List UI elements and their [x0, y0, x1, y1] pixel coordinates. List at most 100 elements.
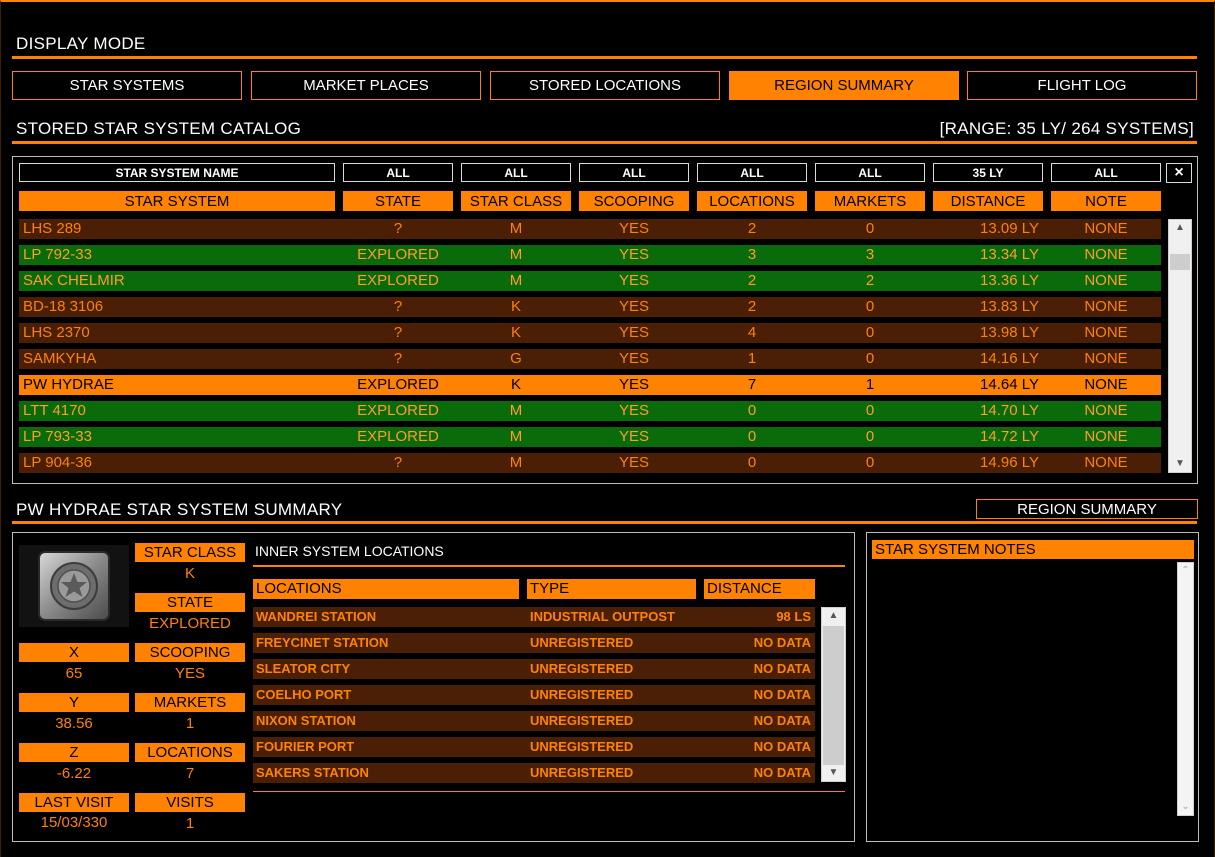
tab-flight-log[interactable]: FLIGHT LOG [967, 71, 1197, 100]
markets-filter[interactable]: ALL [815, 163, 925, 182]
note-cell: NONE [1084, 376, 1128, 393]
location-name-cell: FREYCINET STATION [256, 635, 389, 650]
table-row[interactable]: LTT 4170 EXPLORED M YES 0 0 14.70 LY NONE [19, 401, 1161, 421]
location-distance-cell: NO DATA [753, 765, 811, 780]
locations-scrollbar[interactable]: ▲ ▼ [821, 607, 846, 782]
table-row[interactable]: LHS 2370? K YES 4 0 13.98 LY NONE [19, 323, 1161, 343]
note-cell: NONE [1084, 350, 1128, 367]
scooping-cell: YES [618, 402, 649, 419]
distance-cell: 13.34 LY [980, 246, 1039, 263]
region-summary-button[interactable]: REGION SUMMARY [976, 499, 1198, 519]
locations-cell: 1 [747, 350, 757, 367]
col-star-class[interactable]: STAR CLASS [461, 191, 571, 211]
list-item[interactable]: WANDREI STATION INDUSTRIAL OUTPOST 98 LS [253, 607, 815, 627]
location-type-cell: UNREGISTERED [530, 739, 634, 754]
star-class-cell: M [509, 454, 523, 471]
note-filter[interactable]: ALL [1051, 163, 1161, 182]
chevron-up-icon[interactable]: ⌃ [1178, 563, 1193, 579]
list-item[interactable]: COELHO PORT UNREGISTERED NO DATA [253, 685, 815, 705]
state-value: EXPLORED [149, 615, 231, 632]
state-cell: ? [393, 350, 403, 367]
table-row[interactable]: PW HYDRAE EXPLORED K YES 7 1 14.64 LY NONE [19, 375, 1161, 395]
table-row[interactable]: SAK CHELMIR EXPLORED M YES 2 2 13.36 LY NONE [19, 271, 1161, 291]
chevron-down-icon[interactable]: ▼ [1169, 456, 1191, 472]
tab-star-systems[interactable]: STAR SYSTEMS [12, 71, 242, 100]
table-row[interactable]: LP 792-33 EXPLORED M YES 3 3 13.34 LY NONE [19, 245, 1161, 265]
star-class-filter[interactable]: ALL [461, 163, 571, 182]
location-name-cell: FOURIER PORT [256, 739, 355, 754]
z-label: Z [19, 743, 129, 762]
col-location-distance[interactable]: DISTANCE [704, 579, 815, 599]
list-item[interactable]: FOURIER PORT UNREGISTERED NO DATA [253, 737, 815, 757]
tab-region-summary[interactable]: REGION SUMMARY [729, 71, 959, 100]
list-item[interactable]: SLEATOR CITY UNREGISTERED NO DATA [253, 659, 815, 679]
markets-cell: 0 [865, 298, 875, 315]
clear-filter-button[interactable]: × [1166, 163, 1192, 183]
star-class-label: STAR CLASS [135, 543, 245, 562]
col-location-type[interactable]: TYPE [527, 579, 696, 599]
note-cell: NONE [1084, 298, 1128, 315]
col-scooping[interactable]: SCOOPING [579, 191, 689, 211]
visits-value: 1 [185, 815, 195, 832]
locations-scroll-thumb[interactable] [823, 626, 844, 765]
catalog-rule [12, 141, 1197, 144]
state-filter[interactable]: ALL [343, 163, 453, 182]
notes-scrollbar[interactable]: ⌃ ⌄ [1177, 562, 1194, 816]
location-type-cell: UNREGISTERED [530, 661, 634, 676]
table-row[interactable]: LP 793-33 EXPLORED M YES 0 0 14.72 LY NONE [19, 427, 1161, 447]
col-note[interactable]: NOTE [1051, 191, 1161, 211]
chevron-up-icon[interactable]: ▲ [822, 608, 845, 624]
col-location-name[interactable]: LOCATIONS [253, 579, 519, 599]
distance-cell: 14.16 LY [980, 350, 1039, 367]
chevron-down-icon[interactable]: ⌄ [1178, 799, 1193, 815]
system-name-filter[interactable]: STAR SYSTEM NAME [19, 163, 335, 182]
catalog-scrollbar[interactable]: ▲ ▼ [1168, 219, 1192, 473]
scooping-filter[interactable]: ALL [579, 163, 689, 182]
location-distance-cell: NO DATA [753, 687, 811, 702]
location-type-cell: UNREGISTERED [530, 713, 634, 728]
col-state[interactable]: STATE [343, 191, 453, 211]
table-row[interactable]: LHS 289? M YES 2 0 13.09 LY NONE [19, 219, 1161, 239]
chevron-down-icon[interactable]: ▼ [822, 765, 845, 781]
state-cell: ? [393, 454, 403, 471]
note-cell: NONE [1084, 220, 1128, 237]
system-name-cell: PW HYDRAE [23, 376, 114, 393]
locations-cell: 7 [747, 376, 757, 393]
distance-filter[interactable]: 35 LY [933, 163, 1043, 182]
inner-locations-bottom-rule [253, 791, 845, 792]
col-distance[interactable]: DISTANCE [933, 191, 1043, 211]
star-emblem-frame [19, 545, 129, 627]
list-item[interactable]: FREYCINET STATION UNREGISTERED NO DATA [253, 633, 815, 653]
markets-cell: 2 [865, 272, 875, 289]
col-locations[interactable]: LOCATIONS [697, 191, 807, 211]
locations-filter[interactable]: ALL [697, 163, 807, 182]
x-label: X [19, 643, 129, 662]
x-value: 65 [65, 665, 83, 682]
notes-textarea[interactable] [872, 562, 1175, 816]
tab-market-places[interactable]: MARKET PLACES [251, 71, 481, 100]
location-distance-cell: NO DATA [753, 739, 811, 754]
display-mode-rule [12, 56, 1197, 59]
scooping-cell: YES [618, 350, 649, 367]
display-mode-title: DISPLAY MODE [16, 34, 146, 53]
locations-value: 7 [185, 765, 195, 782]
table-row[interactable]: BD-18 3106? K YES 2 0 13.83 LY NONE [19, 297, 1161, 317]
catalog-title: STORED STAR SYSTEM CATALOG [16, 119, 302, 138]
star-class-cell: G [510, 350, 522, 367]
col-star-system[interactable]: STAR SYSTEM [19, 191, 335, 211]
table-row[interactable]: LP 904-36? M YES 0 0 14.96 LY NONE [19, 453, 1161, 473]
chevron-up-icon[interactable]: ▲ [1169, 220, 1191, 236]
close-icon: × [1174, 164, 1184, 181]
y-value: 38.56 [55, 715, 93, 732]
location-type-cell: INDUSTRIAL OUTPOST [530, 609, 675, 624]
table-row[interactable]: SAMKYHA? G YES 1 0 14.16 LY NONE [19, 349, 1161, 369]
col-markets[interactable]: MARKETS [815, 191, 925, 211]
list-item[interactable]: NIXON STATION UNREGISTERED NO DATA [253, 711, 815, 731]
catalog-scroll-thumb[interactable] [1170, 254, 1190, 270]
y-label: Y [19, 693, 129, 712]
tab-stored-locations[interactable]: STORED LOCATIONS [490, 71, 720, 100]
location-distance-cell: NO DATA [753, 713, 811, 728]
locations-cell: 3 [747, 246, 757, 263]
system-name-cell: LHS 2370 [23, 324, 90, 341]
list-item[interactable]: SAKERS STATION UNREGISTERED NO DATA [253, 763, 815, 783]
